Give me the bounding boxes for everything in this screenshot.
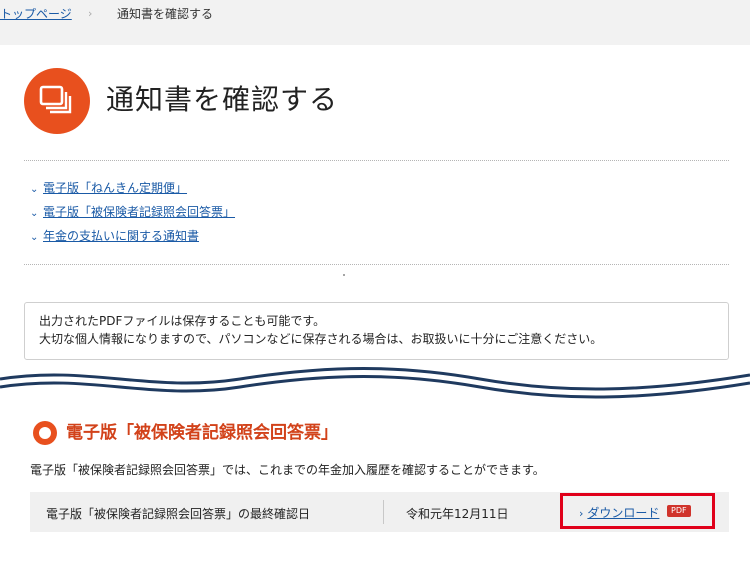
breadcrumb: トップページ › 通知書を確認する [0, 0, 750, 45]
download-highlight: › ダウンロード PDF [560, 493, 715, 529]
pdf-badge: PDF [667, 505, 691, 517]
wave-separator [0, 367, 750, 407]
chevron-down-icon: ⌄ [30, 184, 39, 195]
column-divider [383, 500, 384, 524]
list-item: ⌄ 電子版「ねんきん定期便」 [30, 176, 235, 200]
anchor-link-nenkin-teikibin[interactable]: 電子版「ねんきん定期便」 [43, 181, 187, 195]
breadcrumb-home-link[interactable]: トップページ [0, 0, 72, 28]
breadcrumb-current: 通知書を確認する [117, 7, 214, 21]
breadcrumb-separator: › [88, 7, 93, 20]
list-item: ⌄ 電子版「被保険者記録照会回答票」 [30, 200, 235, 224]
divider [24, 160, 729, 161]
section-bullet-icon [33, 421, 57, 445]
page-title: 通知書を確認する [106, 83, 339, 116]
anchor-link-hihokensha-kiroku[interactable]: 電子版「被保険者記録照会回答票」 [43, 205, 235, 219]
dot-marker [343, 274, 345, 276]
documents-icon [24, 68, 90, 134]
download-button[interactable]: › ダウンロード [579, 504, 659, 521]
notice-line: 出力されたPDFファイルは保存することも可能です。 [39, 314, 326, 328]
download-label: ダウンロード [587, 506, 660, 520]
section-title: 電子版「被保険者記録照会回答票」 [66, 423, 338, 443]
list-item: ⌄ 年金の支払いに関する通知書 [30, 224, 235, 248]
chevron-down-icon: ⌄ [30, 208, 39, 219]
section-description: 電子版「被保険者記録照会回答票」では、これまでの年金加入履歴を確認することができ… [30, 463, 545, 477]
anchor-link-payment-notice[interactable]: 年金の支払いに関する通知書 [43, 229, 199, 243]
chevron-down-icon: ⌄ [30, 232, 39, 243]
notice-line: 大切な個人情報になりますので、パソコンなどに保存される場合は、お取扱いに十分にご… [39, 332, 603, 346]
last-checked-label: 電子版「被保険者記録照会回答票」の最終確認日 [46, 507, 311, 521]
last-checked-date: 令和元年12月11日 [406, 507, 509, 521]
divider [24, 264, 729, 265]
chevron-right-icon: › [579, 507, 584, 520]
anchor-link-list: ⌄ 電子版「ねんきん定期便」 ⌄ 電子版「被保険者記録照会回答票」 ⌄ 年金の支払いに… [30, 176, 235, 248]
notice-box: 出力されたPDFファイルは保存することも可能です。 大切な個人情報になりますので… [24, 302, 729, 360]
